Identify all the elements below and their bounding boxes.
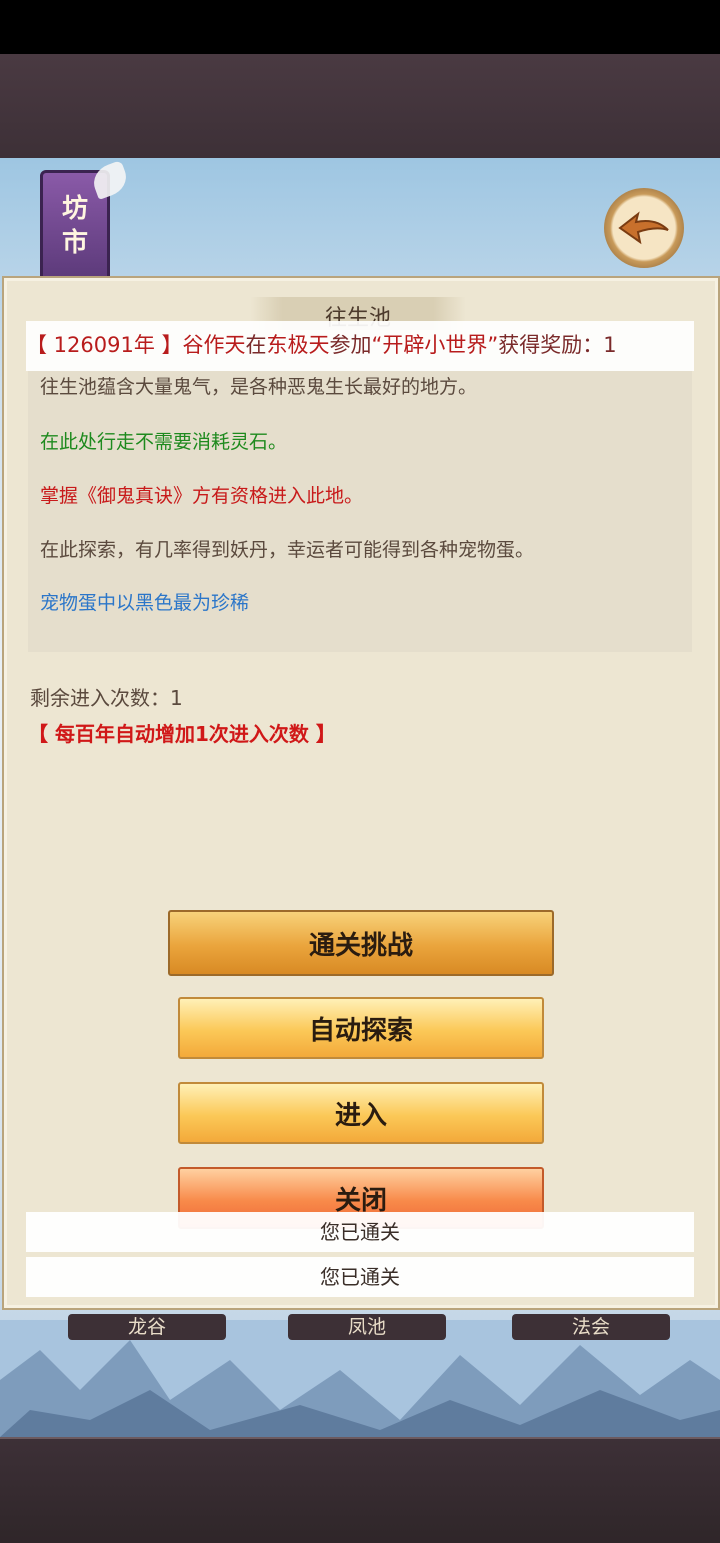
broadcast-marquee: 【 126091年 】谷作天在东极天参加“开辟小世界”获得奖励：1 xyxy=(26,321,694,371)
remaining-count: 剩余进入次数：1 xyxy=(30,686,183,710)
tab-dragon-valley[interactable]: 龙谷 xyxy=(68,1314,226,1340)
bottom-band xyxy=(0,1437,720,1543)
toast-message: 您已通关 xyxy=(26,1257,694,1297)
marquee-place: 东极天 xyxy=(266,333,330,357)
toast-message: 您已通关 xyxy=(26,1212,694,1252)
marquee-reward: 获得奖励：1 xyxy=(498,333,617,357)
remaining-note: 【 每百年自动增加1次进入次数 】 xyxy=(28,722,336,746)
description-line: 掌握《御鬼真诀》方有资格进入此地。 xyxy=(40,485,364,507)
back-arrow-icon xyxy=(618,211,669,245)
tab-phoenix-pool[interactable]: 凤池 xyxy=(288,1314,446,1340)
marquee-text: 在 xyxy=(245,333,267,357)
shop-sign-label-2: 市 xyxy=(61,228,88,258)
marquee-player: 谷作天 xyxy=(182,333,246,357)
marquee-event: “开辟小世界” xyxy=(371,333,499,357)
shop-sign-button[interactable]: 坊 市 xyxy=(40,160,132,282)
description-line: 往生池蕴含大量鬼气，是各种恶鬼生长最好的地方。 xyxy=(40,376,478,398)
status-bar xyxy=(0,0,720,54)
tab-dharma-assembly[interactable]: 法会 xyxy=(512,1314,670,1340)
description-line: 在此探索，有几率得到妖丹，幸运者可能得到各种宠物蛋。 xyxy=(40,539,535,561)
description-line: 在此处行走不需要消耗灵石。 xyxy=(40,431,288,453)
shop-sign-label-1: 坊 xyxy=(61,194,88,224)
description-line: 宠物蛋中以黑色最为珍稀 xyxy=(40,592,250,614)
challenge-button[interactable]: 通关挑战 xyxy=(168,910,554,976)
enter-button[interactable]: 进入 xyxy=(178,1082,544,1144)
back-button[interactable] xyxy=(604,188,684,268)
marquee-year: 【 126091年 】 xyxy=(26,333,183,357)
auto-explore-button[interactable]: 自动探索 xyxy=(178,997,544,1059)
marquee-text: 参加 xyxy=(329,333,372,357)
top-band xyxy=(0,54,720,160)
